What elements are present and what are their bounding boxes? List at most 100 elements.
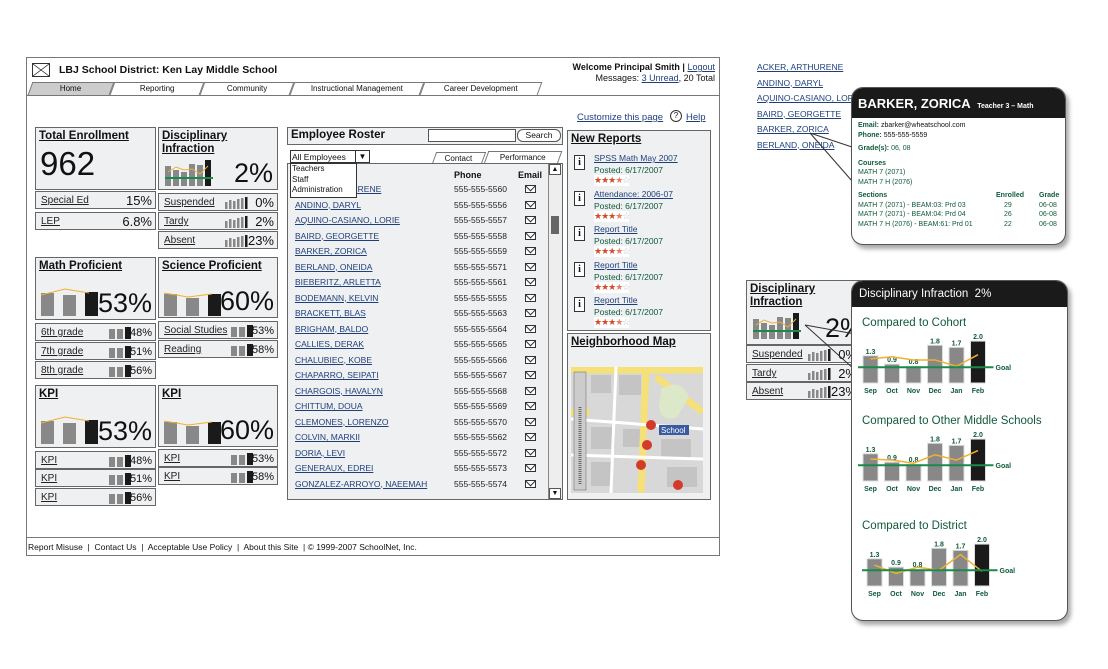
footer-link-about[interactable]: About this Site [243,542,298,552]
employee-name-link[interactable]: BRACKETT, BLAS [295,308,366,318]
employee-name-link[interactable]: DORIA, LEVI [295,448,345,458]
star-rating[interactable]: ★★★★☆ [594,317,630,328]
metric-row[interactable]: Special Ed 15% [35,191,156,209]
metric-row[interactable]: 7th grade 51% [35,342,156,360]
metric-label[interactable]: Tardy [752,368,776,379]
widget-title[interactable]: Science Proficient [162,260,262,273]
widget-title[interactable]: Math Proficient [39,260,122,273]
email-icon[interactable] [525,340,536,348]
star-rating[interactable]: ★★★★☆ [594,281,630,293]
email-icon[interactable] [525,324,536,333]
employee-name-link[interactable]: BRIGHAM, BALDO [295,324,368,334]
metric-label[interactable]: Reading [164,344,201,355]
employee-name-link[interactable]: BODEMANN, KELVIN [295,293,378,303]
menu-item-teachers[interactable]: Teachers [292,164,356,175]
map[interactable]: School [571,367,703,493]
email-icon[interactable] [525,293,536,302]
star-rating[interactable]: ★★★★☆ [594,246,630,257]
employee-name-link[interactable]: AQUINO-CASIANO, LORIE [757,93,862,103]
employee-name-link[interactable]: AQUINO-CASIANO, LORIE [295,215,400,225]
metric-row[interactable]: 6th grade 48% [35,323,156,341]
employee-name-link[interactable]: CALLIES, DERAK [295,339,364,349]
employee-name-link[interactable]: BAIRD, GEORGETTE [757,109,841,119]
email-icon[interactable] [525,185,536,193]
metric-label[interactable]: Special Ed [41,195,89,206]
employee-name-link[interactable]: ANDINO, DARYL [295,200,361,210]
email-icon[interactable] [525,386,536,395]
employee-name-link[interactable]: BIEBERITZ, ARLETTA [295,277,381,287]
metric-label[interactable]: Absent [752,386,783,397]
profile-email[interactable]: zbarker@wheatschool.com [881,122,966,129]
email-icon[interactable] [525,402,536,410]
metric-label[interactable]: Tardy [164,216,188,227]
metric-row[interactable]: Tardy 2% [158,212,278,230]
customize-page-link[interactable]: Customize this page [577,112,663,123]
report-title-link[interactable]: Report Title [594,295,637,305]
widget-title[interactable]: KPI [162,388,181,401]
metric-row[interactable]: 8th grade 56% [35,361,156,379]
metric-row[interactable]: KPI 51% [35,469,156,487]
roster-search-input[interactable] [428,129,516,142]
chevron-down-icon[interactable]: ▼ [355,151,369,162]
email-icon[interactable] [525,200,536,209]
email-icon[interactable] [525,278,536,286]
metric-label[interactable]: LEP [41,216,60,227]
metric-row[interactable]: KPI 53% [158,449,278,467]
metric-label[interactable]: KPI [164,453,180,464]
metric-row[interactable]: KPI 58% [158,467,278,485]
scroll-thumb[interactable] [551,216,559,234]
metric-row[interactable]: Social Studies 53% [158,321,278,339]
employee-filter-select[interactable]: All Employees ▼ [290,150,370,163]
metric-label[interactable]: Suspended [164,197,215,208]
footer-link-contact-us[interactable]: Contact Us [94,542,136,552]
star-rating[interactable]: ★★★★☆ [594,175,630,186]
employee-name-link[interactable]: GENERAUX, EDREI [295,463,373,473]
employee-name-link[interactable]: BAIRD, GEORGETTE [295,231,379,241]
employee-name-link[interactable]: CHARGOIS, HAVALYN [295,386,383,396]
unread-messages-link[interactable]: 3 Unread [642,73,679,83]
metric-label[interactable]: Suspended [752,349,803,360]
metric-row[interactable]: KPI 56% [35,488,156,506]
metric-row[interactable]: KPI 48% [35,451,156,469]
email-icon[interactable] [525,355,536,364]
email-icon[interactable] [525,464,536,472]
search-button[interactable]: Search [517,129,561,142]
employee-name-link[interactable]: CHAPARRO, SEIPATI [295,370,379,380]
widget-title[interactable]: Disciplinary Infraction [750,283,815,309]
email-icon[interactable] [525,216,536,224]
help-icon[interactable]: ? [670,110,682,122]
footer-link-report-misuse[interactable]: Report Misuse [28,542,83,552]
widget-title[interactable]: Disciplinary Infraction [162,130,227,156]
metric-row[interactable]: Reading 58% [158,340,278,358]
widget-title[interactable]: Total Enrollment [39,130,129,143]
star-rating[interactable]: ★★★★☆ [594,210,630,222]
scroll-down-button[interactable]: ▼ [549,488,561,499]
employee-name-link[interactable]: CLEMONES, LORENZO [295,417,389,427]
email-icon[interactable] [525,371,536,379]
employee-name-link[interactable]: COLVIN, MARKII [295,432,360,442]
metric-row[interactable]: Absent 23% [746,382,861,400]
metric-row[interactable]: Suspended 0% [158,193,278,211]
tab-instructional-management[interactable]: Instructional Management [289,82,425,95]
email-icon[interactable] [525,247,536,255]
scrollbar[interactable]: ▲ ▼ [548,164,561,499]
email-icon[interactable] [525,433,536,441]
report-title-link[interactable]: Report Title [594,224,637,234]
email-icon[interactable] [525,262,536,271]
email-icon[interactable] [525,231,536,240]
metric-label[interactable]: 8th grade [41,365,83,376]
metric-label[interactable]: 6th grade [41,327,83,338]
metric-label[interactable]: 7th grade [41,346,83,357]
metric-row[interactable]: LEP 6.8% [35,212,156,230]
footer-link-acceptable-use[interactable]: Acceptable Use Policy [148,542,233,552]
metric-label[interactable]: KPI [164,471,180,482]
email-icon[interactable] [525,309,536,317]
tab-home[interactable]: Home [27,82,115,95]
scroll-up-button[interactable]: ▲ [549,164,561,175]
report-title-link[interactable]: Attendance: 2006-07 [594,189,673,199]
email-icon[interactable] [525,417,536,426]
tab-reporting[interactable]: Reporting [109,82,205,95]
employee-name-link[interactable]: BERLAND, ONEIDA [295,262,372,272]
metric-label[interactable]: Absent [164,235,195,246]
menu-item-staff[interactable]: Staff [292,175,356,186]
